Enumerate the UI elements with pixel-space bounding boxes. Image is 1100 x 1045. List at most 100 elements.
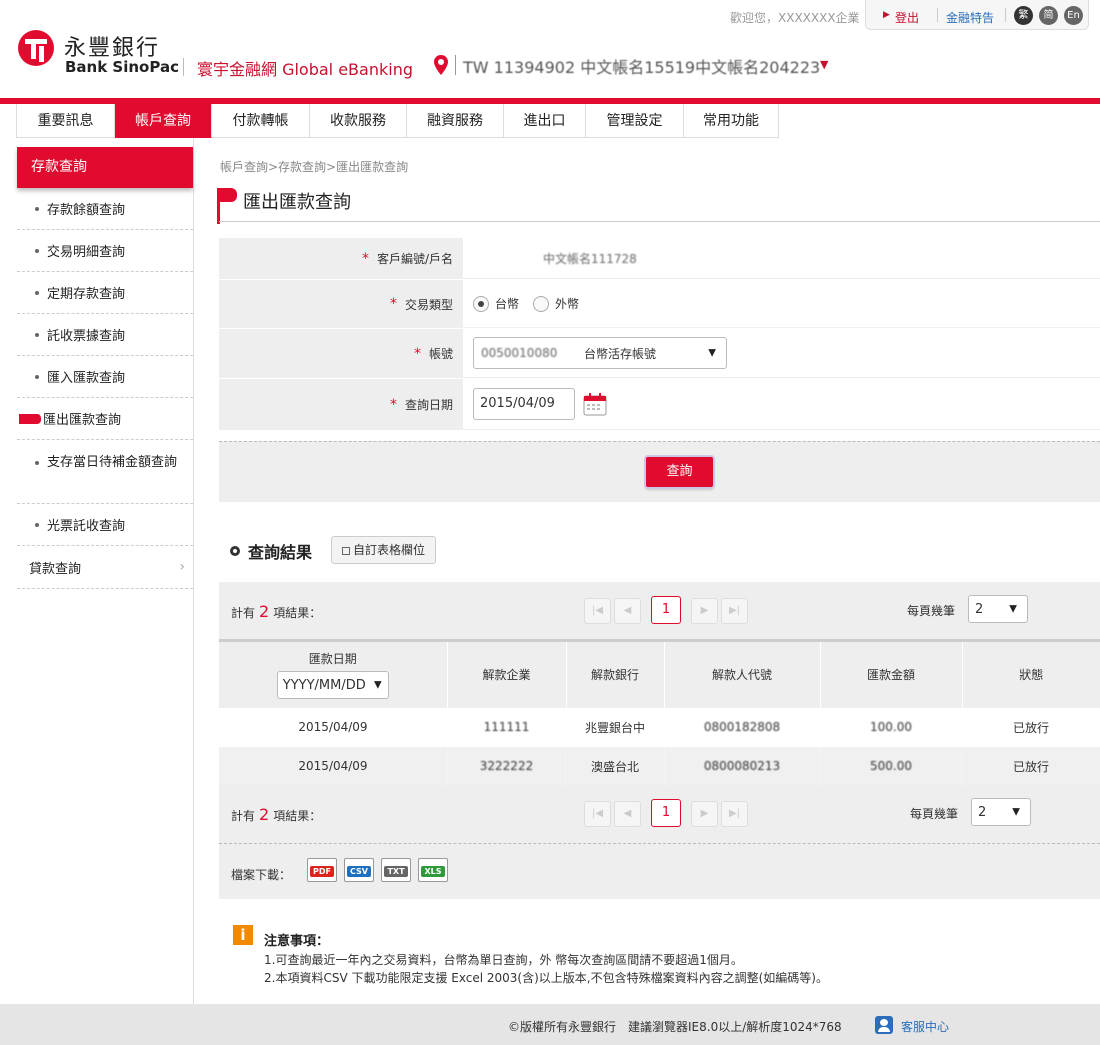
sidebar-item-loan-inquiry[interactable]: 貸款查詢 › — [17, 546, 193, 589]
cell-bank: 兆豐銀台中 — [584, 720, 645, 735]
query-form: * 客戶編號/戶名 中文帳名111728 * 交易類型 台幣 外幣 * 帳號 0050… — [219, 238, 1100, 431]
portal-name: 寰宇金融網 Global eBanking — [197, 60, 413, 79]
txt-icon[interactable]: TXT — [381, 858, 411, 882]
dropdown-arrow-icon: ▼ — [708, 347, 716, 359]
account-selector[interactable]: TW 11394902 中文帳名15519中文帳名204223 — [463, 54, 820, 78]
radio-twd[interactable] — [473, 295, 489, 312]
customer-service-icon[interactable] — [875, 1016, 893, 1034]
col-payee-bank[interactable]: 解款銀行 — [565, 639, 664, 708]
file-format-label: XLS — [421, 866, 445, 877]
breadcrumb: 帳戶查詢>存款查詢>匯出匯款查詢 — [220, 160, 409, 174]
next-page-icon[interactable]: ▶ — [691, 801, 718, 827]
lang-simplified-button[interactable]: 简 — [1039, 6, 1058, 25]
current-page[interactable]: 1 — [651, 596, 681, 624]
file-format-label: PDF — [310, 866, 334, 877]
results-title: 查詢結果 — [230, 539, 312, 563]
date-field: 2015/04/09 — [463, 379, 1100, 430]
download-bar: 檔案下載： PDF CSV TXT XLS — [219, 843, 1100, 899]
query-button[interactable]: 查詢 — [646, 457, 713, 487]
sidebar-item-transactions[interactable]: 交易明細查詢 — [17, 230, 193, 272]
sidebar-item-bill-collection[interactable]: 託收票據查詢 — [17, 314, 193, 356]
radio-fx[interactable] — [533, 295, 550, 312]
lang-traditional-button[interactable]: 繁 — [1014, 6, 1033, 25]
notice-line: 2.本項資料CSV 下載功能限定支援 Excel 2003(含)以上版本,不包含… — [264, 971, 828, 985]
form-row-date: * 查詢日期 2015/04/09 — [219, 379, 1100, 431]
table-row[interactable]: 2015/04/09 3222222 澳盛台北 0800080213 500.0… — [219, 746, 1100, 786]
logout-arrow-icon: ▶ — [883, 10, 890, 20]
per-page-select[interactable]: 2 ▼ — [968, 595, 1028, 623]
date-input[interactable]: 2015/04/09 — [473, 388, 575, 420]
first-page-icon[interactable]: |◀ — [584, 801, 611, 827]
sidebar-divider — [193, 138, 194, 1004]
calendar-icon[interactable] — [583, 392, 607, 416]
sidebar: 存款查詢 存款餘額查詢 交易明細查詢 定期存款查詢 託收票據查詢 匯入匯款查詢 … — [17, 147, 193, 589]
date-format-select[interactable]: YYYY/MM/DD ▼ — [276, 671, 389, 700]
col-payee-code[interactable]: 解款人代號 — [663, 639, 820, 708]
next-page-icon[interactable]: ▶ — [691, 598, 718, 624]
count-prefix: 計有 — [231, 606, 256, 620]
custom-columns-button[interactable]: 自訂表格欄位 — [331, 536, 437, 564]
customer-service-link[interactable]: 客服中心 — [901, 1018, 949, 1035]
csv-icon[interactable]: CSV — [344, 858, 374, 882]
location-pin-icon — [434, 55, 448, 75]
label-text: 帳號 — [428, 347, 453, 361]
col-status[interactable]: 狀態 — [961, 639, 1100, 708]
sidebar-item-inward-remittance[interactable]: 匯入匯款查詢 — [17, 356, 193, 398]
account-caret-icon[interactable]: ▼ — [820, 58, 828, 71]
sidebar-item-balance[interactable]: 存款餘額查詢 — [17, 188, 193, 230]
sidebar-item-clean-bill[interactable]: 光票託收查詢 — [17, 504, 193, 546]
col-payee-company[interactable]: 解款企業 — [446, 639, 566, 708]
financial-notice-link[interactable]: 金融特告 — [946, 9, 994, 26]
table-row[interactable]: 2015/04/09 111111 兆豐銀台中 0800182808 100.0… — [219, 708, 1100, 747]
sidebar-item-outward-remittance[interactable]: 匯出匯款查詢 — [17, 398, 193, 440]
sidebar-item-label: 託收票據查詢 — [47, 329, 126, 344]
account-label: * 帳號 — [219, 329, 463, 378]
nav-collection-service[interactable]: 收款服務 — [310, 104, 407, 138]
current-page[interactable]: 1 — [651, 799, 681, 827]
last-page-icon[interactable]: ▶| — [721, 598, 748, 624]
page-title: 匯出匯款查詢 — [243, 192, 351, 213]
table-icon — [342, 547, 350, 555]
sidebar-head-deposit-inquiry[interactable]: 存款查詢 — [17, 147, 193, 188]
xls-icon[interactable]: XLS — [418, 858, 448, 882]
per-page-select[interactable]: 2 ▼ — [971, 798, 1031, 826]
download-label: 檔案下載： — [231, 868, 292, 882]
col-amount[interactable]: 匯款金額 — [819, 639, 962, 708]
footer: ©版權所有永豐銀行 建議瀏覽器IE8.0以上/解析度1024*768 客服中心 — [0, 1004, 1100, 1045]
customer-name-text: 中文帳名111728 — [543, 251, 637, 266]
first-page-icon[interactable]: |◀ — [584, 598, 611, 624]
toplink-divider — [1005, 8, 1006, 22]
per-page-value: 2 — [975, 601, 984, 617]
nav-management-settings[interactable]: 管理設定 — [586, 104, 684, 138]
pdf-icon[interactable]: PDF — [307, 858, 337, 882]
nav-import-export[interactable]: 進出口 — [504, 104, 586, 138]
sidebar-item-checking-shortfall[interactable]: 支存當日待補金額查詢 — [17, 440, 193, 504]
bullet-icon — [35, 206, 39, 211]
custom-columns-label: 自訂表格欄位 — [353, 543, 426, 557]
nav-financing-service[interactable]: 融資服務 — [407, 104, 504, 138]
nav-account-inquiry[interactable]: 帳戶查詢 — [115, 104, 212, 138]
prev-page-icon[interactable]: ◀ — [614, 598, 641, 624]
section-bullet-icon — [230, 546, 240, 556]
last-page-icon[interactable]: ▶| — [721, 801, 748, 827]
form-row-customer: * 客戶編號/戶名 中文帳名111728 — [219, 238, 1100, 280]
lang-english-button[interactable]: En — [1064, 6, 1083, 25]
per-page-label: 每頁幾筆 — [910, 807, 959, 821]
cell-date: 2015/04/09 — [219, 746, 447, 786]
nav-payment-transfer[interactable]: 付款轉帳 — [212, 104, 310, 138]
pager-bottom: 計有 2 項結果： |◀ ◀ 1 ▶ ▶| 每頁幾筆 2 ▼ — [219, 785, 1100, 843]
sidebar-item-time-deposit[interactable]: 定期存款查詢 — [17, 272, 193, 314]
cell-code: 0800182808 — [703, 720, 781, 734]
required-marker: * — [389, 396, 397, 413]
sidebar-item-label: 貸款查詢 — [29, 561, 82, 577]
title-divider — [219, 221, 1100, 222]
account-select[interactable]: 0050010080 台幣活存帳號 ▼ — [473, 337, 727, 369]
cell-amount: 500.00 — [820, 746, 962, 786]
label-text: 客戶編號/戶名 — [376, 252, 453, 266]
logout-link[interactable]: 登出 — [895, 9, 919, 26]
nav-common-functions[interactable]: 常用功能 — [684, 104, 779, 138]
prev-page-icon[interactable]: ◀ — [614, 801, 641, 827]
nav-important-news[interactable]: 重要訊息 — [17, 104, 115, 138]
result-count: 計有 2 項結果： — [231, 602, 321, 621]
customer-value: 中文帳名111728 — [463, 238, 1100, 279]
